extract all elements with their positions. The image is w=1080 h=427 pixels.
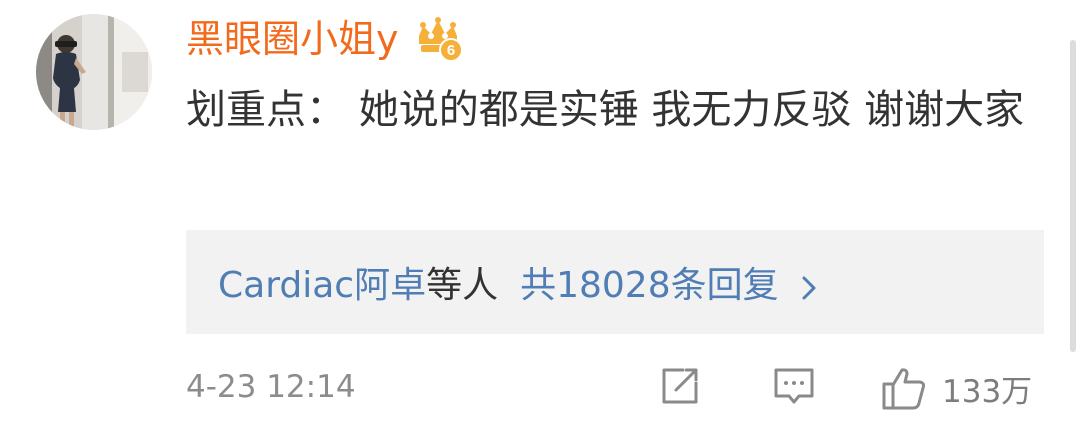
vip-level: 6 (446, 42, 454, 59)
like-button[interactable]: 133万 (880, 364, 1032, 412)
reply-users-suffix: 等人 (426, 265, 499, 306)
avatar-photo (36, 14, 152, 130)
comment-header: 黑眼圈小姐y 6 (186, 8, 463, 70)
comment-icon (772, 364, 816, 408)
reply-users[interactable]: Cardiac阿卓 (218, 256, 426, 308)
share-icon (658, 364, 702, 408)
reply-preview-button[interactable]: Cardiac阿卓 等人 共18028条回复 (186, 230, 1044, 334)
scrollbar[interactable] (1070, 40, 1076, 352)
thumbs-up-icon (880, 364, 928, 412)
comment-button[interactable] (772, 364, 816, 408)
reply-count[interactable]: 共18028条回复 (520, 256, 779, 308)
crown-vip-icon[interactable]: 6 (413, 14, 463, 64)
comment-timestamp: 4-23 12:14 (186, 369, 356, 405)
username[interactable]: 黑眼圈小姐y (186, 20, 399, 58)
chevron-right-icon[interactable] (801, 269, 817, 300)
avatar[interactable] (36, 14, 152, 130)
comment-text: 划重点： 她说的都是实锤 我无力反驳 谢谢大家 (186, 87, 1025, 133)
share-button[interactable] (658, 364, 702, 408)
like-count: 133万 (942, 373, 1033, 410)
